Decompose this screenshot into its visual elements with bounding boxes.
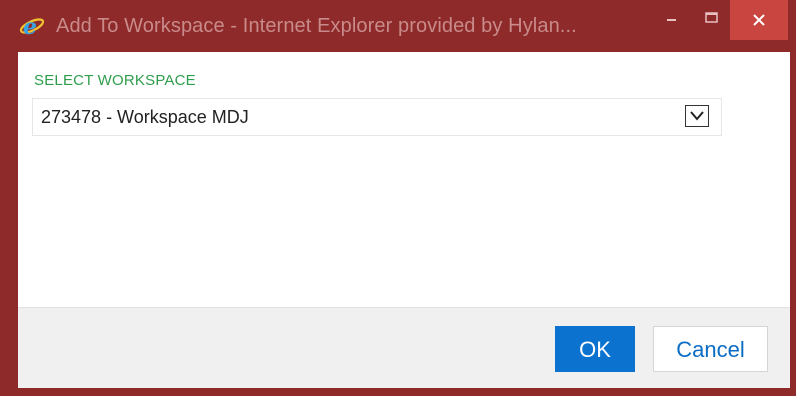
dialog-content: SELECT WORKSPACE 273478 - Workspace MDJ … bbox=[18, 52, 790, 388]
maximize-button[interactable] bbox=[692, 0, 734, 40]
maximize-icon bbox=[705, 12, 718, 23]
svg-text:e: e bbox=[23, 14, 37, 39]
workspace-select-value: 273478 - Workspace MDJ bbox=[41, 107, 249, 127]
minimize-icon bbox=[667, 19, 676, 21]
cancel-button[interactable]: Cancel bbox=[653, 326, 768, 372]
dialog-footer: OK Cancel bbox=[18, 307, 790, 388]
internet-explorer-icon: e bbox=[19, 13, 45, 40]
select-workspace-label: SELECT WORKSPACE bbox=[34, 72, 196, 89]
minimize-button[interactable] bbox=[650, 0, 692, 40]
dialog-window: e Add To Workspace - Internet Explorer p… bbox=[0, 0, 796, 396]
workspace-select[interactable]: 273478 - Workspace MDJ bbox=[32, 98, 722, 136]
window-title: Add To Workspace - Internet Explorer pro… bbox=[56, 15, 577, 37]
chevron-down-icon bbox=[690, 111, 704, 121]
ok-button[interactable]: OK bbox=[555, 326, 635, 372]
workspace-dropdown-button[interactable] bbox=[685, 105, 709, 127]
title-bar[interactable]: e Add To Workspace - Internet Explorer p… bbox=[0, 0, 796, 52]
close-button[interactable] bbox=[730, 0, 788, 40]
close-icon bbox=[753, 14, 765, 26]
